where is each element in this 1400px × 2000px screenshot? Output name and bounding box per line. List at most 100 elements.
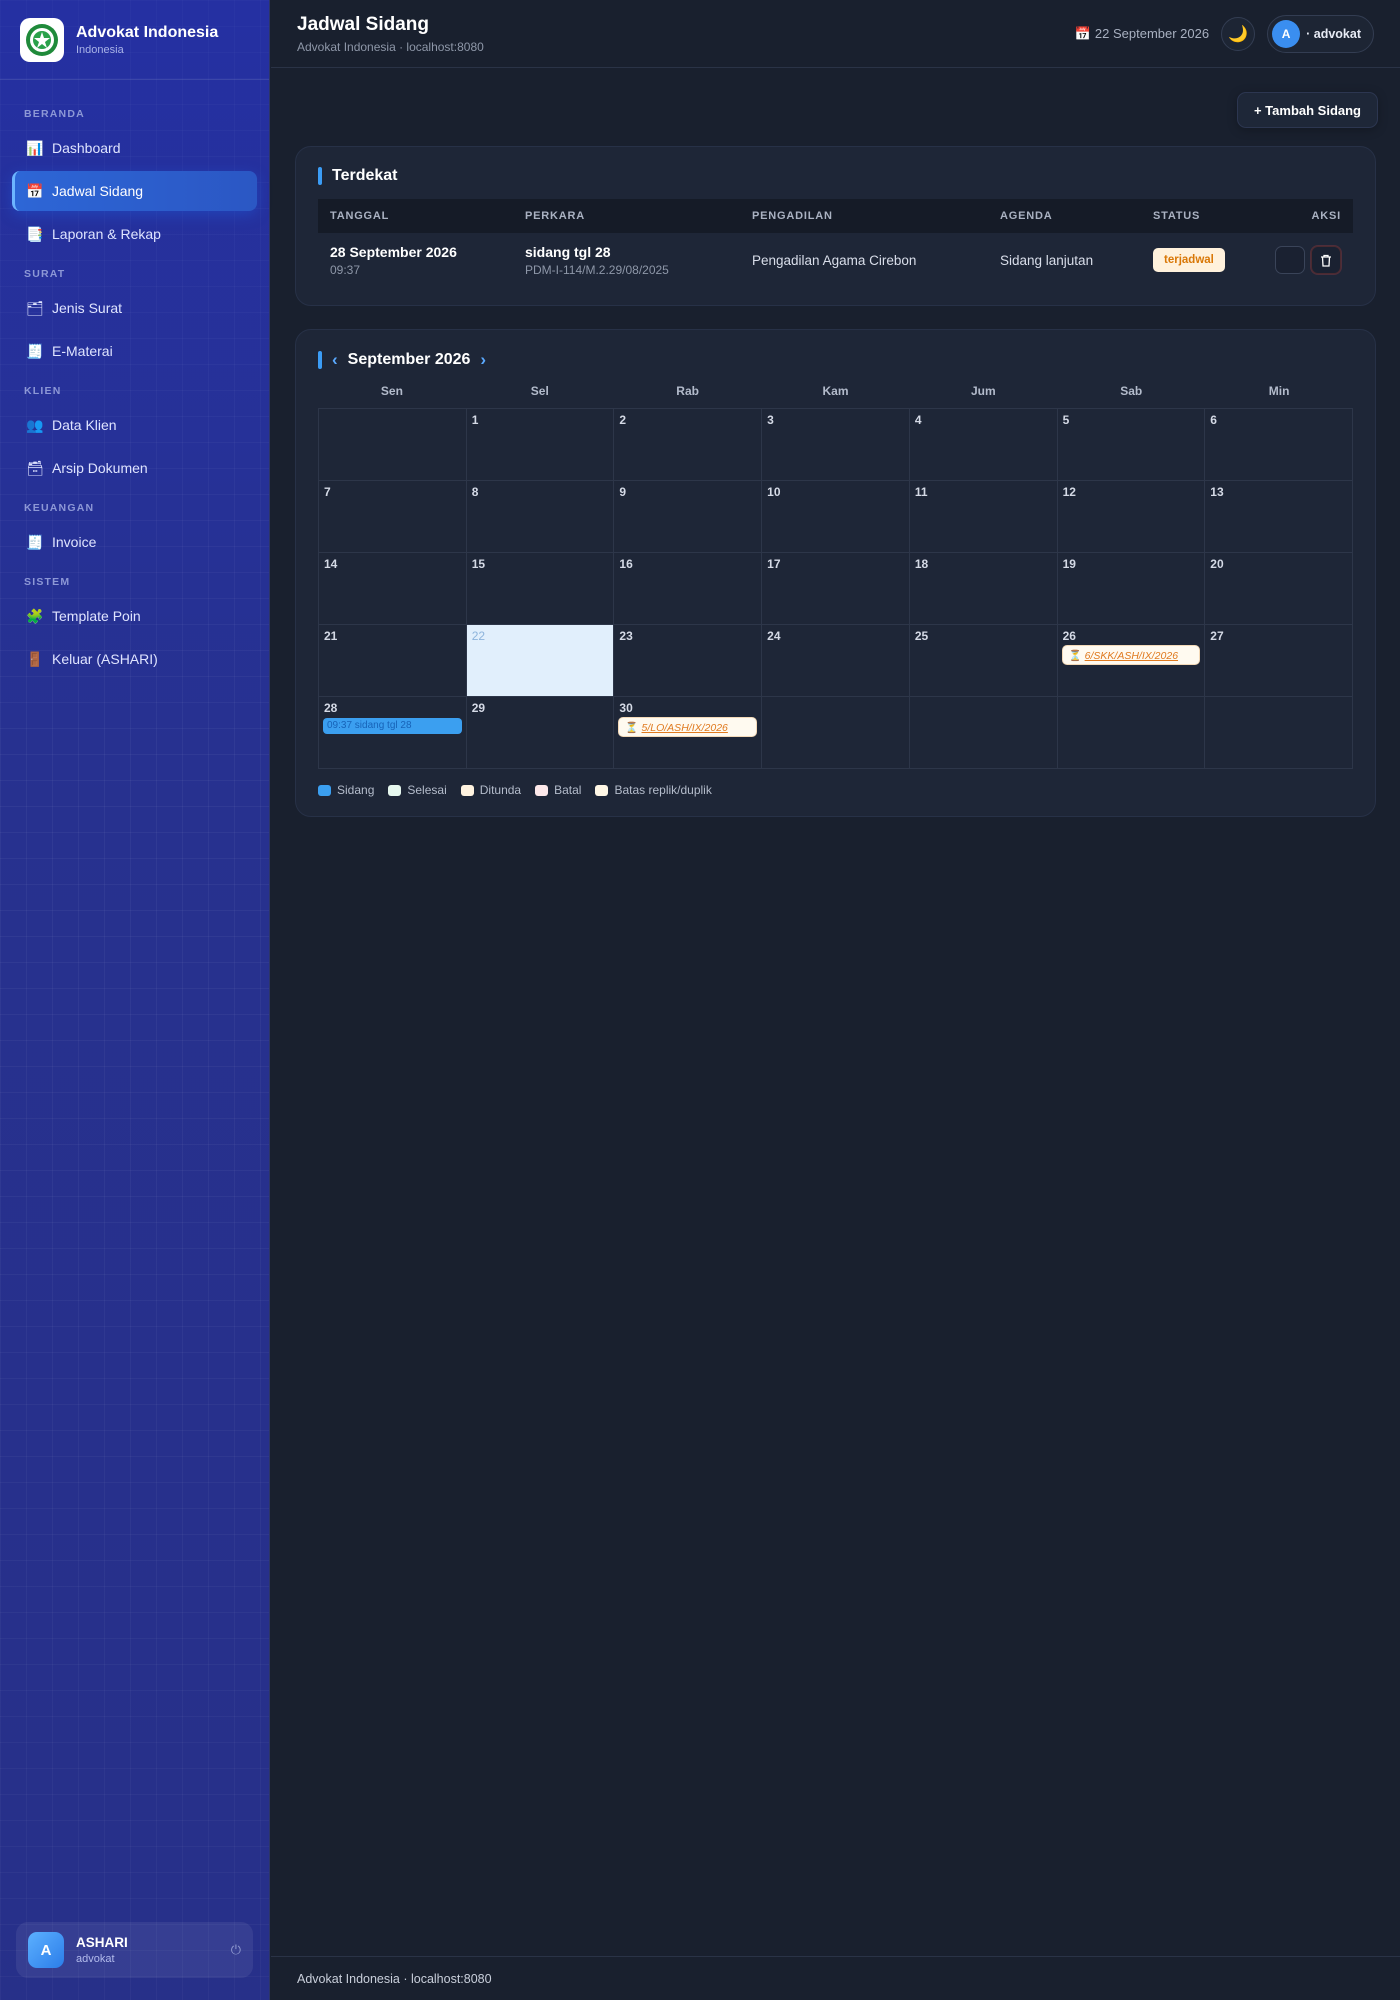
avatar: A [28,1932,64,1968]
sidebar-item-data-klien[interactable]: 👥 Data Klien [12,405,257,445]
section-accent-bar [318,167,322,185]
sidebar-item-label: Jenis Surat [52,300,123,316]
page-subtitle: Advokat Indonesia · localhost:8080 [297,39,484,54]
upcoming-table: TANGGAL PERKARA PENGADILAN AGENDA STATUS… [318,199,1353,287]
calendar-event-deadline[interactable]: ⏳ 6/SKK/ASH/IX/2026 [1061,645,1201,665]
case-name: sidang tgl 28 [525,243,611,260]
calendar-day-cell[interactable]: 26 ⏳ 6/SKK/ASH/IX/2026 [1057,625,1206,697]
calendar-day-cell[interactable]: 30 ⏳ 5/LO/ASH/IX/2026 [614,697,763,769]
calendar-day-cell[interactable]: 1 [466,409,615,481]
calendar-day-cell[interactable]: 19 [1057,553,1206,625]
nav-section-label: KEUANGAN [24,502,95,514]
calendar-day-cell[interactable]: 20 [1205,553,1353,625]
calendar-day-cell[interactable]: 14 [319,553,467,625]
sidebar-item-icon: 🚪 [26,650,44,667]
add-hearing-button[interactable]: + Tambah Sidang [1236,92,1378,128]
sidebar: Advokat Indonesia Indonesia BERANDA 📊 Dash… [0,0,270,2000]
hearing-time: 09:37 [330,262,361,277]
calendar-day-cell[interactable]: 5 [1057,409,1206,481]
sidebar-item-icon: 🧾 [26,533,44,550]
power-icon[interactable]: ⏻ [231,1942,241,1958]
topbar: Jadwal Sidang Advokat Indonesia · localh… [271,0,1400,68]
legend-label: Ditunda [479,783,522,797]
sidebar-item-laporan-rekap[interactable]: 📑 Laporan & Rekap [12,214,257,254]
sidebar-item-template-poin[interactable]: 🧩 Template Poin [12,596,257,636]
user-chip-label: · advokat [1306,26,1361,41]
brand: Advokat Indonesia Indonesia [0,0,269,80]
calendar-day-cell[interactable]: 18 [909,553,1058,625]
day-number: 15 [471,557,486,571]
next-month-button[interactable]: › [480,350,486,370]
day-number: 18 [914,557,929,571]
calendar-day-cell[interactable]: 29 [466,697,615,769]
calendar-day-cell[interactable]: 24 [762,625,910,697]
sidebar-item-jenis-surat[interactable]: 🗂 Jenis Surat [12,288,257,328]
calendar-grid: 1 2 3 4 5 6 7 8 9 10 11 12 13 14 15 16 17 18 19 20 21 22 23 24 2… [318,408,1353,769]
calendar-empty-cell [1057,697,1206,769]
calendar-day-cell[interactable]: 21 [319,625,467,697]
sidebar-item-invoice[interactable]: 🧾 Invoice [12,522,257,562]
day-number: 29 [471,701,486,715]
day-number: 1 [471,413,479,427]
day-number: 9 [619,485,627,499]
day-number: 27 [1210,629,1224,643]
sidebar-item-icon: 👥 [26,416,44,433]
status-badge: terjadwal [1153,248,1225,272]
table-row[interactable]: 28 September 2026 09:37 sidang tgl 28 PD… [318,233,1353,287]
calendar-day-cell[interactable]: 17 [762,553,910,625]
sidebar-item-keluar-ashari[interactable]: 🚪 Keluar (ASHARI) [12,639,257,679]
nav-section-label: SISTEM [24,576,71,588]
user-role: advokat [76,1953,115,1965]
calendar-day-cell[interactable]: 10 [762,481,910,553]
logo-icon [20,17,64,62]
sidebar-item-jadwal-sidang[interactable]: 📅 Jadwal Sidang [12,171,257,211]
calendar-day-cell[interactable]: 3 [762,409,910,481]
column-header: AGENDA [988,199,1141,233]
brand-subtitle: Indonesia [76,43,124,56]
calendar-day-cell[interactable]: 7 [319,481,467,553]
edit-button[interactable] [1275,246,1305,274]
legend-swatch [318,784,331,796]
sidebar-item-label: Laporan & Rekap [52,226,161,242]
sidebar-user-card[interactable]: A ASHARI advokat ⏻ [16,1922,253,1978]
calendar-event-sidang[interactable]: 09:37 sidang tgl 28 [323,718,462,734]
calendar-day-cell[interactable]: 23 [614,625,763,697]
calendar-day-cell[interactable]: 22 [466,625,615,697]
calendar-day-cell[interactable]: 13 [1205,481,1353,553]
sidebar-item-arsip-dokumen[interactable]: 🗃 Arsip Dokumen [12,448,257,488]
calendar-event-deadline[interactable]: ⏳ 5/LO/ASH/IX/2026 [618,717,758,737]
day-number: 25 [914,629,929,643]
calendar-day-cell[interactable]: 6 [1205,409,1353,481]
calendar-day-cell[interactable]: 28 09:37 sidang tgl 28 [319,697,467,769]
day-number: 17 [767,557,781,571]
user-menu-button[interactable]: A · advokat [1267,14,1374,53]
calendar-day-cell[interactable]: 15 [466,553,615,625]
nav-section-label: BERANDA [24,108,85,120]
calendar-day-cell[interactable]: 16 [614,553,763,625]
sidebar-item-label: Data Klien [52,417,117,433]
brand-title: Advokat Indonesia [76,23,219,41]
prev-month-button[interactable]: ‹ [332,350,338,370]
legend-item: Ditunda [460,783,522,797]
sidebar-item-icon: 📅 [26,182,44,199]
sidebar-item-dashboard[interactable]: 📊 Dashboard [12,128,257,168]
calendar-day-cell[interactable]: 8 [466,481,615,553]
day-number: 4 [914,413,922,427]
calendar-day-cell[interactable]: 12 [1057,481,1206,553]
calendar-event-label: 5/LO/ASH/IX/2026 [641,722,728,734]
calendar-day-cell[interactable]: 27 [1205,625,1353,697]
sidebar-item-label: Invoice [52,534,97,550]
sidebar-item-e-materai[interactable]: 🧾 E-Materai [12,331,257,371]
hearing-date: 28 September 2026 [330,243,457,260]
calendar-day-cell[interactable]: 9 [614,481,763,553]
delete-button[interactable] [1311,246,1341,274]
theme-toggle-button[interactable]: 🌙 [1221,16,1256,51]
calendar-day-cell[interactable]: 25 [909,625,1058,697]
calendar-empty-cell [319,409,467,481]
day-number: 20 [1210,557,1224,571]
calendar-day-cell[interactable]: 4 [909,409,1058,481]
calendar-day-cell[interactable]: 11 [909,481,1058,553]
sidebar-item-label: Arsip Dokumen [52,460,148,476]
calendar-day-cell[interactable]: 2 [614,409,763,481]
sidebar-item-icon: 🗃 [26,459,44,476]
